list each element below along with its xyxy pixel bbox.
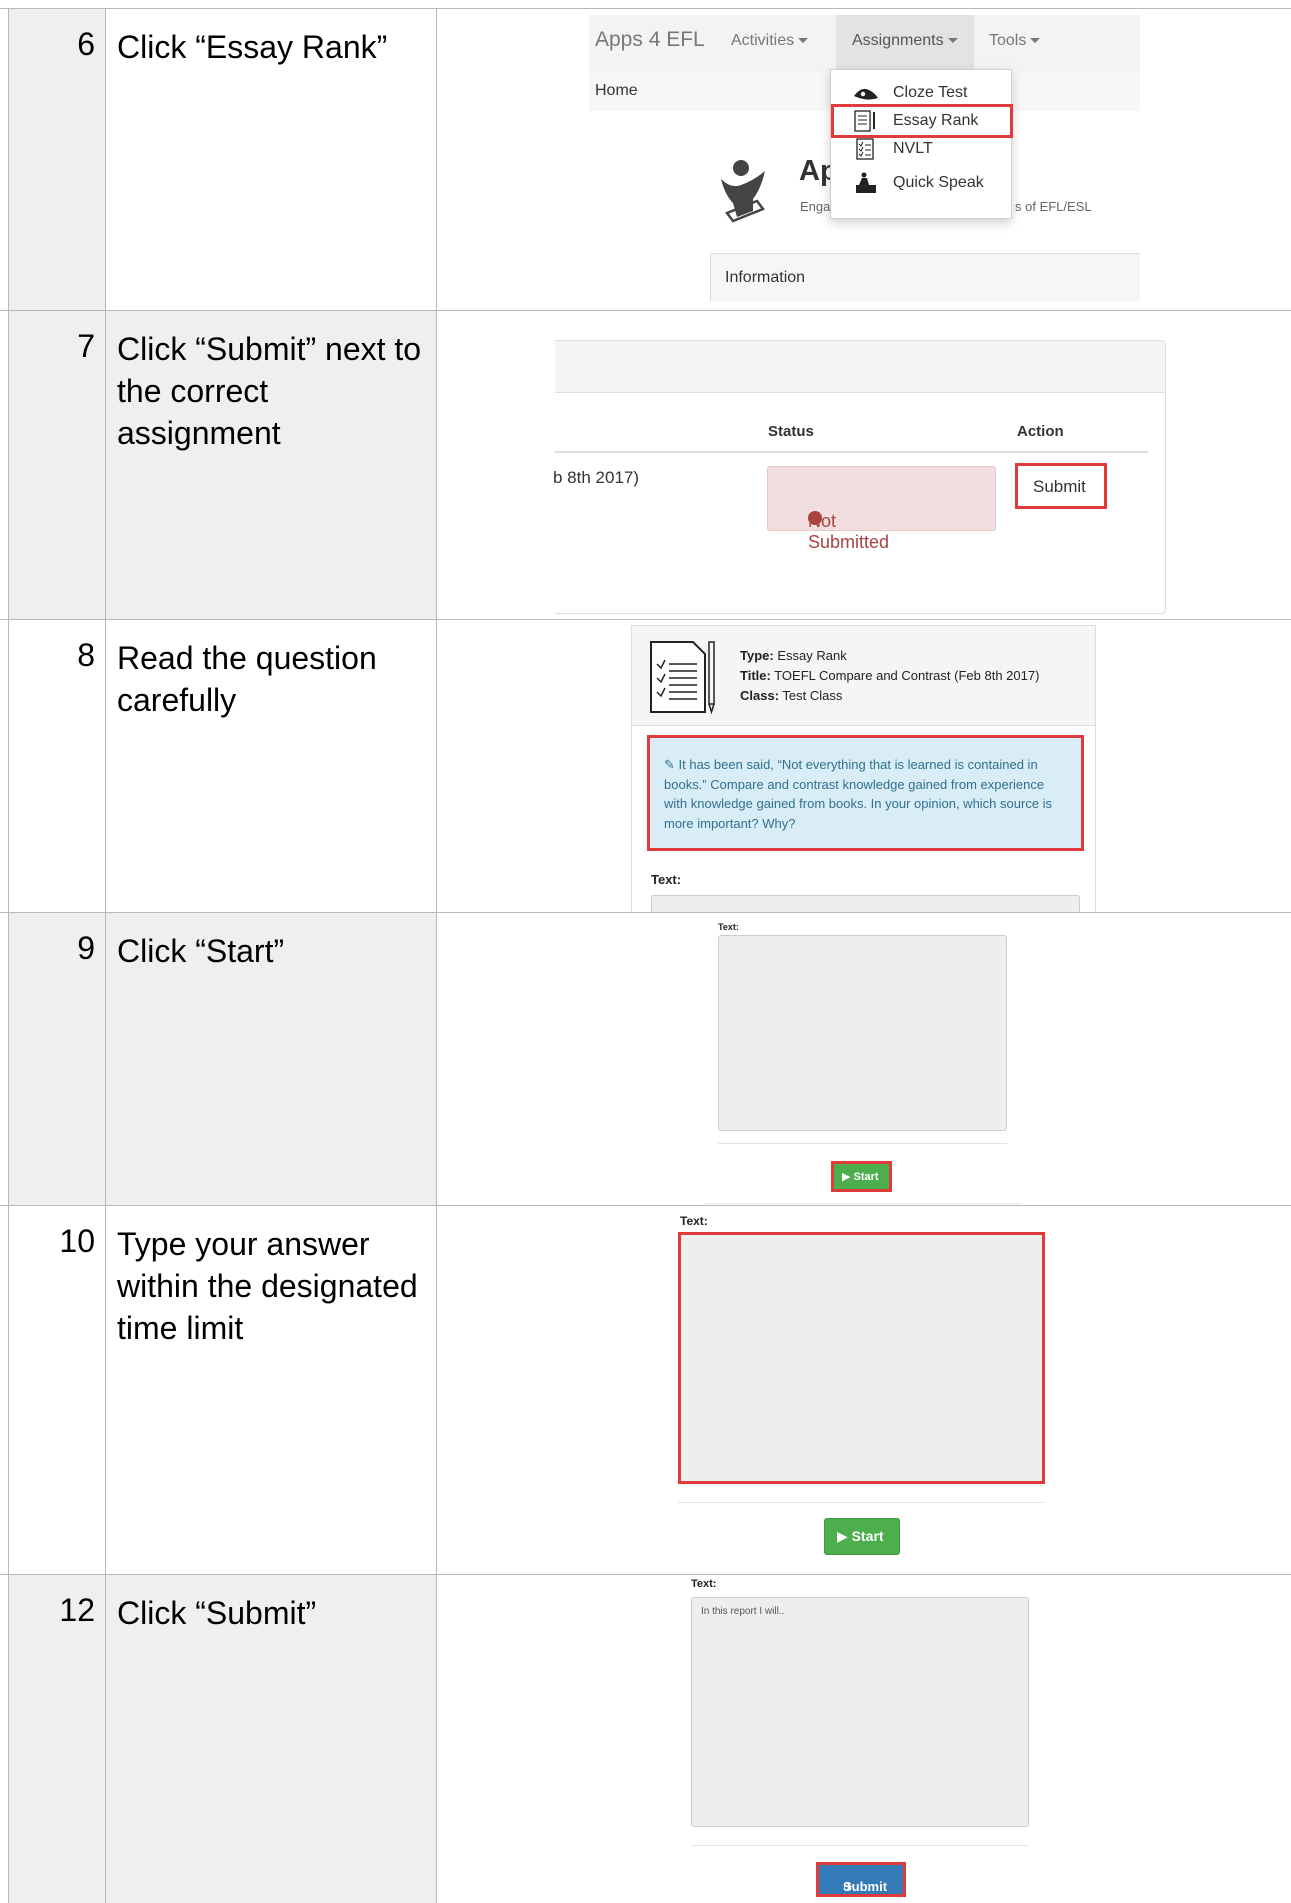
divider (718, 1143, 1007, 1144)
step-text: Click “Submit” next to the correct assig… (117, 331, 422, 451)
step-number: 7 (77, 328, 95, 364)
question-box: ✎ It has been said, “Not everything that… (647, 735, 1084, 851)
step-text-cell: Click “Essay Rank” (106, 9, 437, 310)
submit-answer-button[interactable]: ✈ Submit (816, 1862, 906, 1897)
start-button[interactable]: ▶ Start (824, 1518, 900, 1555)
submit-assignment-button[interactable]: Submit (1015, 463, 1107, 509)
step-row-10: 10 Type your answer within the designate… (0, 1205, 1291, 1574)
step-text: Click “Essay Rank” (117, 29, 388, 65)
action-column-header: Action (1017, 423, 1064, 440)
nav-tools[interactable]: Tools (989, 32, 1041, 50)
step-text-cell: Click “Submit” (106, 1575, 437, 1903)
status-column-header: Status (768, 423, 814, 440)
podium-icon (856, 172, 876, 193)
divider (703, 1203, 1022, 1204)
step-number-cell: 6 (8, 9, 106, 310)
answer-textarea[interactable] (678, 1232, 1045, 1484)
information-panel-header: Information (710, 253, 1140, 301)
nav-assignments[interactable]: Assignments (836, 15, 974, 73)
step-row-6: 6 Click “Essay Rank” Apps 4 EFL Activiti… (0, 8, 1291, 310)
step-number-cell: 7 (8, 311, 106, 619)
start-button[interactable]: ▶ Start (831, 1161, 892, 1192)
meta-class: Class: Test Class (740, 688, 843, 703)
step-number: 10 (59, 1223, 95, 1259)
caret-down-icon (947, 38, 958, 44)
step-text: Click “Submit” (117, 1595, 317, 1631)
menu-item-quick-speak[interactable]: Quick Speak (831, 166, 1013, 200)
answer-textarea[interactable]: In this report I will.. (691, 1597, 1029, 1827)
text-label: Text: (651, 872, 682, 887)
step-screenshot: Text: ▶ Start (437, 913, 1291, 1205)
step-screenshot: Status Action b 8th 2017) × Not Submitted… (437, 311, 1291, 619)
text-label: Text: (691, 1578, 717, 1590)
step-screenshot: Text: ▶ Start (437, 1206, 1291, 1574)
step-row-9: 9 Click “Start” Text: ▶ Start (0, 912, 1291, 1205)
checklist-icon (856, 138, 874, 160)
status-badge: × Not Submitted (767, 466, 996, 552)
tagline-left: Enga (800, 199, 831, 214)
table-header-divider (555, 451, 1148, 453)
step-text: Type your answer within the designated t… (117, 1226, 418, 1346)
step-text-cell: Click “Submit” next to the correct assig… (106, 311, 437, 619)
step-number: 8 (77, 637, 95, 673)
divider (678, 1502, 1045, 1503)
home-link[interactable]: Home (595, 82, 638, 100)
eye-shape-icon (854, 88, 878, 100)
step-screenshot: Apps 4 EFL Activities Assignments Tools … (437, 9, 1291, 310)
menu-item-nvlt[interactable]: NVLT (831, 132, 1013, 166)
step-screenshot: Type: Essay Rank Title: TOEFL Compare an… (437, 620, 1291, 912)
text-label: Text: (680, 1214, 708, 1228)
step-text-cell: Read the question carefully (106, 620, 437, 912)
step-number-cell: 9 (8, 913, 106, 1205)
step-number: 9 (77, 930, 95, 966)
step-row-12: 12 Click “Submit” Text: In this report I… (0, 1574, 1291, 1903)
panel-header (555, 341, 1165, 393)
step-number-cell: 8 (8, 620, 106, 912)
step-text-cell: Click “Start” (106, 913, 437, 1205)
answer-textarea[interactable] (718, 935, 1007, 1131)
apps4efl-logo-icon (721, 160, 765, 223)
step-row-8: 8 Read the question carefully Type: Essa… (0, 619, 1291, 912)
meta-title: Title: TOEFL Compare and Contrast (Feb 8… (740, 668, 1040, 683)
essay-document-icon (650, 641, 715, 715)
step-text: Click “Start” (117, 933, 285, 969)
answer-textarea[interactable] (651, 895, 1080, 912)
step-row-7: 7 Click “Submit” next to the correct ass… (0, 310, 1291, 619)
step-number-cell: 10 (8, 1206, 106, 1574)
divider (691, 1845, 1029, 1846)
question-text: It has been said, “Not everything that i… (664, 757, 1053, 831)
navbar: Apps 4 EFL Activities Assignments Tools (589, 15, 1140, 73)
step-text: Read the question carefully (117, 640, 377, 718)
caret-down-icon (798, 38, 809, 44)
assignment-meta: Type: Essay Rank Title: TOEFL Compare an… (740, 646, 1039, 706)
document-pencil-icon (854, 110, 875, 132)
edit-icon: ✎ (664, 757, 679, 772)
step-number: 6 (77, 26, 95, 62)
assignments-dropdown-menu: Cloze Test Essay Rank NVLT Quick Speak (830, 69, 1013, 219)
nav-activities[interactable]: Activities (731, 32, 809, 50)
step-screenshot: Text: In this report I will.. ✈ Submit (437, 1575, 1291, 1903)
text-label: Text: (718, 922, 739, 932)
brand-logo-text[interactable]: Apps 4 EFL (595, 28, 705, 52)
step-text-cell: Type your answer within the designated t… (106, 1206, 437, 1574)
step-number: 12 (59, 1592, 95, 1628)
assignment-date: b 8th 2017) (553, 468, 640, 487)
tagline-right: s of EFL/ESL (1015, 199, 1092, 214)
step-number-cell: 12 (8, 1575, 106, 1903)
caret-down-icon (1030, 38, 1041, 44)
meta-type: Type: Essay Rank (740, 648, 847, 663)
